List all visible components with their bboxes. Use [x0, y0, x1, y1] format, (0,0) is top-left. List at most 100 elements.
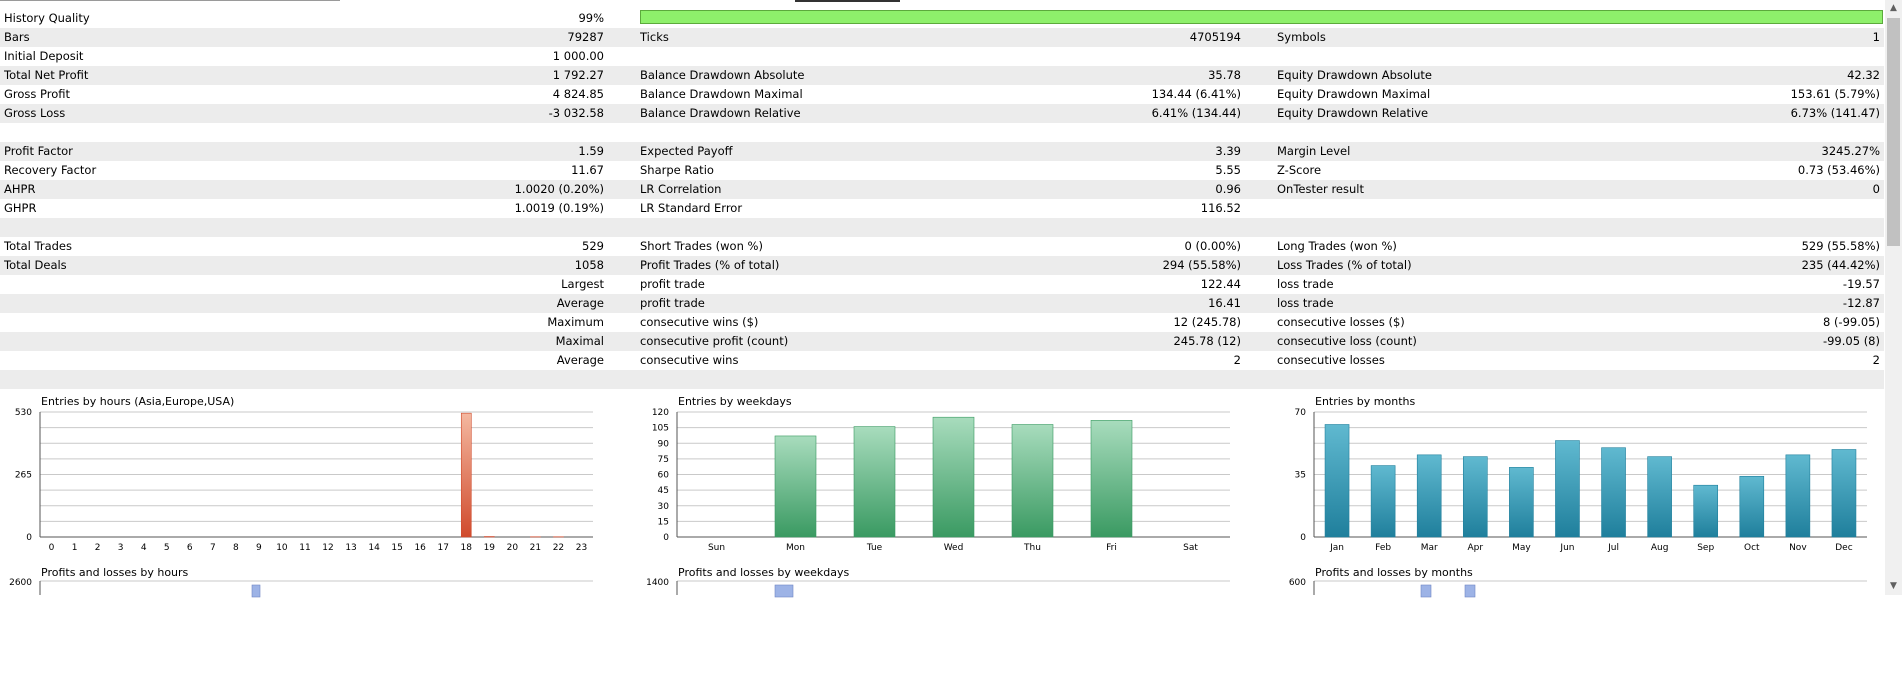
- stat-label-middle: [640, 47, 960, 66]
- stat-value-middle: 245.78 (12): [941, 332, 1241, 351]
- stat-label-left: Total Trades: [4, 237, 284, 256]
- x-tick-label: 2: [95, 543, 101, 553]
- stat-value-left: 11.67: [304, 161, 604, 180]
- stat-label-left: [4, 218, 284, 237]
- y-tick-label: 0: [1300, 533, 1306, 543]
- stat-label-left: Gross Profit: [4, 85, 284, 104]
- stats-row: Gross Loss-3 032.58Balance Drawdown Rela…: [0, 104, 1884, 123]
- stat-value-left: 4 824.85: [304, 85, 604, 104]
- history-quality-fill: [641, 11, 1870, 23]
- chart-bar: [1465, 585, 1475, 597]
- stat-label-right: [1277, 47, 1597, 66]
- stat-label-left: Profit Factor: [4, 142, 284, 161]
- x-tick-label: Feb: [1375, 543, 1391, 553]
- stat-label-middle: consecutive wins: [640, 351, 960, 370]
- x-tick-label: Sun: [708, 543, 725, 553]
- stat-label-right: Equity Drawdown Relative: [1277, 104, 1597, 123]
- stat-label-middle: LR Correlation: [640, 180, 960, 199]
- stat-value-middle: 4705194: [941, 28, 1241, 47]
- chart-bar: [1091, 420, 1132, 537]
- chart-title: Entries by hours (Asia,Europe,USA): [41, 395, 234, 408]
- chart-bar: [1602, 448, 1626, 537]
- chart-bar: [1648, 457, 1672, 537]
- chart-bar: [1371, 466, 1395, 537]
- stat-value-middle: 134.44 (6.41%): [941, 85, 1241, 104]
- y-tick-label: 75: [658, 455, 669, 465]
- stat-label-middle: Sharpe Ratio: [640, 161, 960, 180]
- stats-row: GHPR1.0019 (0.19%)LR Standard Error116.5…: [0, 199, 1884, 218]
- x-tick-label: Fri: [1106, 543, 1117, 553]
- stats-row: Recovery Factor 11.67 Sharpe Ratio5.55 Z-Sc…: [0, 161, 1884, 180]
- x-tick-label: 21: [530, 543, 541, 553]
- stat-value-right: 6.73% (141.47): [1580, 104, 1880, 123]
- tab-strip: [0, 0, 1884, 3]
- stats-row: Maximalconsecutive profit (count)245.78 …: [0, 332, 1884, 351]
- stat-value-middle: 16.41: [941, 294, 1241, 313]
- x-tick-label: Jun: [1559, 543, 1574, 553]
- stat-value-middle: 0.96: [941, 180, 1241, 199]
- x-tick-label: 23: [576, 543, 587, 553]
- scroll-down-icon[interactable]: ▼: [1885, 578, 1902, 595]
- x-tick-label: Mar: [1421, 543, 1438, 553]
- y-tick-label: 600: [1289, 578, 1306, 588]
- chart-title: Profits and losses by weekdays: [678, 566, 849, 579]
- x-tick-label: Sat: [1183, 543, 1198, 553]
- stat-value-right: 3245.27%: [1580, 142, 1880, 161]
- stat-label-right: Equity Drawdown Absolute: [1277, 66, 1597, 85]
- stats-row: Bars79287Ticks4705194Symbols1: [0, 28, 1884, 47]
- stat-label-middle: Ticks: [640, 28, 960, 47]
- y-tick-label: 2600: [9, 578, 32, 588]
- y-tick-label: 105: [652, 424, 669, 434]
- x-tick-label: Oct: [1744, 543, 1760, 553]
- stat-label-right: [1277, 370, 1597, 389]
- stat-label-right: loss trade: [1277, 294, 1597, 313]
- chart-title: Entries by months: [1315, 395, 1415, 408]
- stat-label-left: Total Net Profit: [4, 66, 284, 85]
- stat-value-middle: 116.52: [941, 199, 1241, 218]
- scroll-thumb[interactable]: [1887, 18, 1900, 246]
- stat-value-left: 1 000.00: [304, 47, 604, 66]
- stat-value-right: [1580, 123, 1880, 142]
- stat-label-right: Long Trades (won %): [1277, 237, 1597, 256]
- stat-label-right: Loss Trades (% of total): [1277, 256, 1597, 275]
- x-tick-label: 13: [345, 543, 356, 553]
- x-tick-label: Dec: [1835, 543, 1852, 553]
- x-tick-label: 20: [507, 543, 519, 553]
- active-tab-indicator[interactable]: [795, 0, 900, 2]
- x-tick-label: 6: [187, 543, 193, 553]
- stat-label-left: Gross Loss: [4, 104, 284, 123]
- x-tick-label: 8: [233, 543, 239, 553]
- stat-value-left: 1.59: [304, 142, 604, 161]
- stat-value-right: 0.73 (53.46%): [1580, 161, 1880, 180]
- x-tick-label: Sep: [1697, 543, 1714, 553]
- x-tick-label: Aug: [1651, 543, 1669, 553]
- stat-label-middle: [640, 123, 960, 142]
- chart-bar: [933, 417, 974, 537]
- stat-value-left: 1 792.27: [304, 66, 604, 85]
- stats-row: Profit Factor1.59Expected Payoff3.39Marg…: [0, 142, 1884, 161]
- x-tick-label: Nov: [1789, 543, 1807, 553]
- vertical-scrollbar[interactable]: ▲ ▼: [1885, 0, 1902, 595]
- stat-label-right: Z-Score: [1277, 161, 1597, 180]
- stat-value-middle: 5.55: [941, 161, 1241, 180]
- stat-value-right: [1580, 47, 1880, 66]
- stats-row: Gross Profit 4 824.85 Balance Drawdown Max…: [0, 85, 1884, 104]
- stat-value-middle: [941, 123, 1241, 142]
- x-tick-label: 15: [391, 543, 402, 553]
- stat-value-middle: 294 (55.58%): [941, 256, 1241, 275]
- stats-row: Initial Deposit1 000.00: [0, 47, 1884, 66]
- chart-title: Entries by weekdays: [678, 395, 792, 408]
- stat-value-middle: 12 (245.78): [941, 313, 1241, 332]
- stats-row: Total Net Profit1 792.27Balance Drawdown…: [0, 66, 1884, 85]
- x-tick-label: 0: [49, 543, 55, 553]
- stat-label-left: Recovery Factor: [4, 161, 284, 180]
- stat-label-middle: Balance Drawdown Maximal: [640, 85, 960, 104]
- scroll-up-icon[interactable]: ▲: [1885, 0, 1902, 17]
- stat-value-middle: [941, 370, 1241, 389]
- x-tick-label: 3: [118, 543, 124, 553]
- x-tick-label: 14: [368, 543, 380, 553]
- y-tick-label: 45: [658, 486, 669, 496]
- stat-value-left: [304, 370, 604, 389]
- y-tick-label: 30: [658, 502, 670, 512]
- y-tick-label: 120: [652, 408, 669, 418]
